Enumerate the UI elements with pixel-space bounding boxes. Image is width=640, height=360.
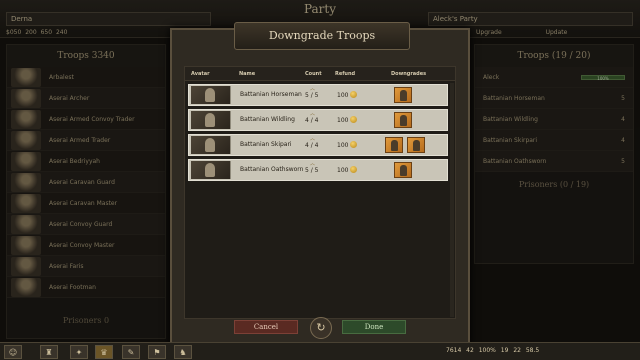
gold-coin-icon [350, 166, 357, 173]
downgrade-troop-row[interactable]: Battanian Oathsworn ︿ 5 / 5 100 [188, 159, 448, 181]
troop-avatar [191, 111, 231, 129]
refund-amount: 100 [337, 117, 349, 124]
downgrade-target-icon[interactable] [407, 137, 425, 153]
dialog-title: Downgrade Troops [268, 29, 376, 42]
troop-name: Battanian Wildling [240, 116, 295, 123]
count-increase-icon[interactable]: ︿ [310, 110, 315, 117]
troop-name: Battanian Skipari [240, 141, 292, 148]
refund-amount: 100 [337, 167, 349, 174]
refund-amount: 100 [337, 92, 349, 99]
bottom-stats: 7614 42 100% 19 22 58.5 [446, 347, 540, 354]
downgrade-troop-row[interactable]: Battanian Wildling ︿ 4 / 4 100 [188, 109, 448, 131]
downgrade-troop-row[interactable]: Battanian Skipari ︿ 4 / 4 100 [188, 134, 448, 156]
party-crown-icon[interactable]: ♛ [95, 345, 113, 359]
kingdom-icon[interactable]: ♞ [174, 345, 192, 359]
done-button[interactable]: Done [342, 320, 406, 334]
column-refund: Refund [335, 71, 356, 77]
column-header-row: Avatar Name Count Refund Downgrades [185, 67, 455, 81]
troop-avatar [191, 86, 231, 104]
column-name: Name [239, 71, 256, 77]
refund-amount: 100 [337, 142, 349, 149]
troop-name: Battanian Horseman [240, 91, 302, 98]
troop-count: 5 / 5 [305, 92, 319, 99]
downgrade-target-icon[interactable] [394, 87, 412, 103]
quests-icon[interactable]: ✎ [122, 345, 140, 359]
column-downgrades: Downgrades [391, 71, 427, 77]
dialog-title-plate: Downgrade Troops [234, 22, 410, 50]
count-increase-icon[interactable]: ︿ [310, 160, 315, 167]
troop-name: Battanian Oathsworn [240, 166, 304, 173]
troop-list-panel: Avatar Name Count Refund Downgrades Batt… [184, 66, 456, 319]
troop-count: 4 / 4 [305, 117, 319, 124]
bottom-bar: ☺ ♜ ✦ ♛ ✎ ⚑ ♞ 7614 42 100% 19 22 58.5 [0, 342, 640, 360]
column-avatar: Avatar [191, 71, 210, 77]
inventory-icon[interactable]: ♜ [40, 345, 58, 359]
gold-coin-icon [350, 116, 357, 123]
encyclopedia-icon[interactable]: ✦ [70, 345, 88, 359]
downgrade-troops-dialog: Downgrade Troops Avatar Name Count Refun… [170, 22, 470, 346]
gold-coin-icon [350, 91, 357, 98]
downgrade-target-icon[interactable] [394, 112, 412, 128]
troop-count: 5 / 5 [305, 167, 319, 174]
gold-coin-icon [350, 141, 357, 148]
downgrade-target-icon[interactable] [385, 137, 403, 153]
troop-avatar [191, 136, 231, 154]
clan-icon[interactable]: ⚑ [148, 345, 166, 359]
reset-icon[interactable]: ↻ [310, 317, 332, 339]
character-icon[interactable]: ☺ [4, 345, 22, 359]
troop-avatar [191, 161, 231, 179]
count-increase-icon[interactable]: ︿ [310, 85, 315, 92]
list-scrollbar[interactable] [450, 83, 454, 317]
column-count: Count [305, 71, 322, 77]
count-increase-icon[interactable]: ︿ [310, 135, 315, 142]
downgrade-troop-row[interactable]: Battanian Horseman ︿ 5 / 5 100 [188, 84, 448, 106]
troop-count: 4 / 4 [305, 142, 319, 149]
downgrade-target-icon[interactable] [394, 162, 412, 178]
cancel-button[interactable]: Cancel [234, 320, 298, 334]
